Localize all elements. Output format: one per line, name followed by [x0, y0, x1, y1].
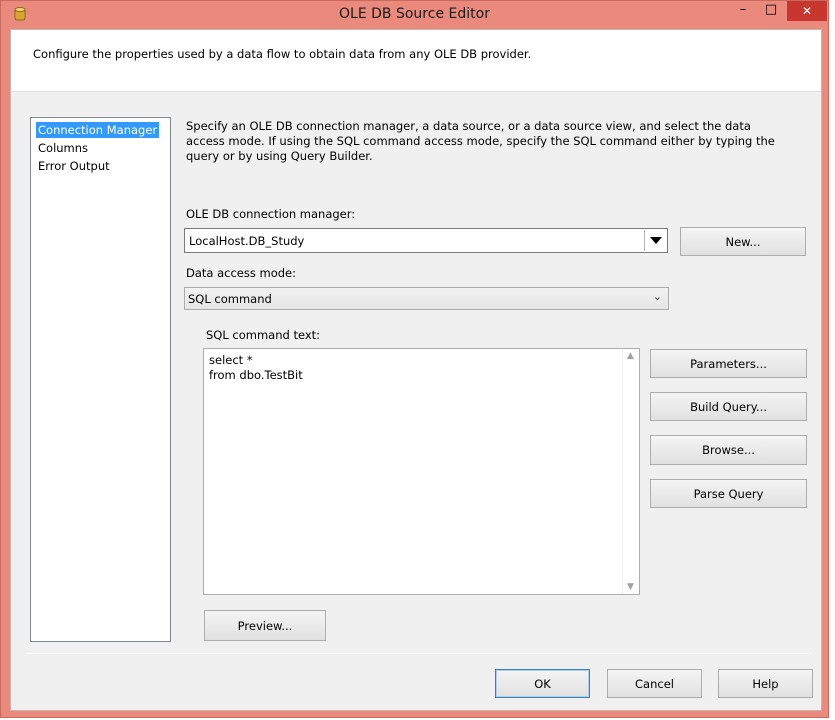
connection-manager-combo[interactable]: LocalHost.DB_Study	[184, 228, 668, 253]
minimize-button[interactable]: –	[729, 1, 757, 21]
scroll-up-arrow-icon[interactable]: ▲	[627, 351, 634, 361]
vertical-scrollbar[interactable]: ▲ ▼	[622, 349, 639, 594]
ok-button[interactable]: OK	[495, 669, 590, 698]
navigation-list: Connection Manager Columns Error Output	[30, 117, 171, 642]
footer-separator	[26, 653, 812, 654]
build-query-button[interactable]: Build Query...	[650, 392, 807, 421]
help-button[interactable]: Help	[718, 669, 813, 698]
sql-command-text[interactable]: select * from dbo.TestBit	[209, 353, 303, 383]
scroll-down-arrow-icon[interactable]: ▼	[627, 582, 634, 592]
sql-command-textarea[interactable]: select * from dbo.TestBit ▲ ▼	[203, 348, 640, 595]
header-description: Configure the properties used by a data …	[33, 47, 532, 61]
cancel-button[interactable]: Cancel	[607, 669, 702, 698]
connection-manager-label: OLE DB connection manager:	[186, 207, 356, 221]
chevron-down-icon	[649, 237, 662, 244]
dialog-client-area: Configure the properties used by a data …	[10, 29, 822, 711]
nav-item-columns[interactable]: Columns	[36, 140, 90, 156]
access-mode-label: Data access mode:	[186, 266, 297, 280]
preview-button[interactable]: Preview...	[204, 610, 326, 641]
chevron-down-icon: ⌄	[652, 290, 662, 303]
close-button[interactable]: ✕	[787, 1, 827, 21]
maximize-button[interactable]: □	[757, 1, 785, 21]
dropdown-button[interactable]	[644, 230, 666, 251]
access-mode-select[interactable]: SQL command ⌄	[184, 287, 669, 310]
access-mode-value: SQL command	[188, 292, 272, 306]
connection-manager-value: LocalHost.DB_Study	[189, 234, 305, 248]
nav-item-connection-manager[interactable]: Connection Manager	[36, 122, 160, 138]
parameters-button[interactable]: Parameters...	[650, 349, 807, 378]
header-panel: Configure the properties used by a data …	[11, 30, 821, 92]
sql-command-label: SQL command text:	[206, 328, 321, 342]
browse-button[interactable]: Browse...	[650, 435, 807, 465]
page-description: Specify an OLE DB connection manager, a …	[186, 119, 775, 163]
title-bar[interactable]: OLE DB Source Editor – □ ✕	[1, 1, 828, 29]
dialog-window: OLE DB Source Editor – □ ✕ Configure the…	[0, 0, 829, 718]
window-title: OLE DB Source Editor	[339, 6, 490, 22]
nav-item-error-output[interactable]: Error Output	[36, 158, 112, 174]
new-connection-button[interactable]: New...	[680, 227, 806, 256]
parse-query-button[interactable]: Parse Query	[650, 479, 807, 508]
